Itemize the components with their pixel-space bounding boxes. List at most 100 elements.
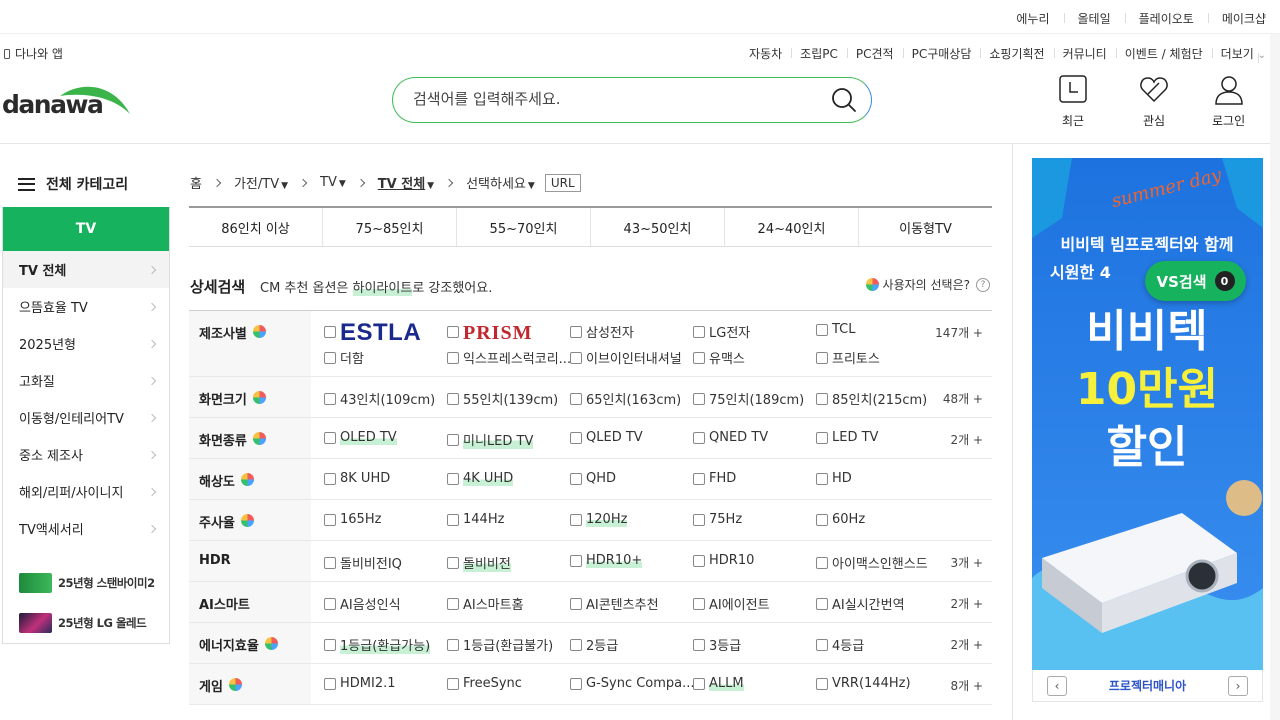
filter-option[interactable]: QNED TV <box>693 430 768 445</box>
promo-standbyme[interactable]: 25년형 스탠바이미2 <box>3 563 169 603</box>
breadcrumb-home[interactable]: 홈 <box>190 173 202 192</box>
checkbox[interactable] <box>816 323 828 336</box>
util-link-playauto[interactable]: 플레이오토 <box>1124 10 1208 27</box>
checkbox[interactable] <box>816 677 828 690</box>
filter-option[interactable]: 55인치(139cm) <box>447 389 558 408</box>
checkbox[interactable] <box>816 392 828 405</box>
option-estla[interactable]: ESTLA <box>324 321 424 343</box>
filter-option[interactable]: AI스마트홈 <box>447 594 524 613</box>
option-tcl[interactable]: TCL <box>816 322 856 337</box>
checkbox[interactable] <box>447 556 459 569</box>
chevron-left-icon[interactable]: ‹ <box>1047 675 1067 696</box>
gnb-pc-estimate[interactable]: PC견적 <box>846 45 903 62</box>
more-count[interactable]: 3개 + <box>950 554 983 571</box>
checkbox[interactable] <box>570 431 582 444</box>
color-wheel-icon[interactable] <box>264 637 278 650</box>
sidebar-item-efficiency[interactable]: 으뜸효율 TV <box>3 288 169 325</box>
filter-option[interactable]: 아이맥스인핸스드 <box>816 553 928 572</box>
search-icon[interactable] <box>831 87 857 113</box>
checkbox[interactable] <box>693 431 705 444</box>
sidebar-item-overseas[interactable]: 해외/리퍼/사이니지 <box>3 473 169 510</box>
filter-option[interactable]: 4등급 <box>816 635 864 654</box>
option-pritos[interactable]: 프리토스 <box>816 348 880 367</box>
banner-footer-label[interactable]: 프로젝터매니아 <box>1109 677 1186 694</box>
checkbox[interactable] <box>570 638 582 651</box>
recent-button[interactable]: 최근 <box>1058 74 1088 129</box>
tab-portable[interactable]: 이동형TV <box>859 208 992 246</box>
filter-option[interactable]: 1등급(환급가능) <box>324 635 431 654</box>
checkbox[interactable] <box>447 392 459 405</box>
url-button[interactable]: URL <box>544 173 581 192</box>
user-choice-link[interactable]: 사용자의 선택은? ? <box>865 276 990 293</box>
color-wheel-icon[interactable] <box>252 432 266 445</box>
checkbox[interactable] <box>693 554 705 567</box>
util-link-enuri[interactable]: 에누리 <box>1002 10 1063 27</box>
gnb-shopping-plan[interactable]: 쇼핑기획전 <box>980 45 1053 62</box>
gnb-pc-consult[interactable]: PC구매상담 <box>902 45 981 62</box>
breadcrumb-select[interactable]: 선택하세요 ▼ <box>466 173 535 192</box>
filter-option[interactable]: FreeSync <box>447 676 522 691</box>
gnb-community[interactable]: 커뮤니티 <box>1053 45 1116 62</box>
checkbox[interactable] <box>816 638 828 651</box>
checkbox[interactable] <box>570 325 582 338</box>
gnb-custom-pc[interactable]: 조립PC <box>791 45 847 62</box>
tab-24-40[interactable]: 24~40인치 <box>725 208 859 246</box>
sidebar-item-high-res[interactable]: 고화질 <box>3 362 169 399</box>
filter-option[interactable]: 75Hz <box>693 512 742 527</box>
app-link[interactable]: 다나와 앱 <box>4 45 63 62</box>
ad-banner[interactable]: summer day 비비텍 빔프로젝터와 함께 시원한 4 비비텍 10만원 … <box>1032 158 1263 670</box>
gnb-event[interactable]: 이벤트 / 체험단 <box>1115 45 1212 62</box>
checkbox[interactable] <box>324 431 336 444</box>
checkbox[interactable] <box>447 638 459 651</box>
interest-button[interactable]: 관심 <box>1139 74 1169 129</box>
more-count[interactable]: 2개 + <box>950 595 983 612</box>
color-wheel-icon[interactable] <box>252 391 266 404</box>
option-ev-inter[interactable]: 이브이인터내셔널 <box>570 348 682 367</box>
filter-option[interactable]: VRR(144Hz) <box>816 676 911 691</box>
checkbox[interactable] <box>570 513 582 526</box>
checkbox[interactable] <box>324 513 336 526</box>
checkbox[interactable] <box>816 597 828 610</box>
filter-option[interactable]: LED TV <box>816 430 878 445</box>
filter-option[interactable]: OLED TV <box>324 430 397 445</box>
checkbox[interactable] <box>693 392 705 405</box>
filter-option[interactable]: AI콘텐츠추천 <box>570 594 659 613</box>
gnb-car[interactable]: 자동차 <box>740 45 791 62</box>
more-count[interactable]: 8개 + <box>950 677 983 694</box>
more-count[interactable]: 2개 + <box>950 636 983 653</box>
checkbox[interactable] <box>324 597 336 610</box>
filter-option[interactable]: AI실시간번역 <box>816 594 905 613</box>
tab-75-85[interactable]: 75~85인치 <box>323 208 457 246</box>
filter-option[interactable]: 165Hz <box>324 512 381 527</box>
checkbox[interactable] <box>570 597 582 610</box>
checkbox[interactable] <box>693 351 705 364</box>
filter-option[interactable]: HD <box>816 471 852 486</box>
filter-option[interactable]: 미니LED TV <box>447 430 534 449</box>
category-head[interactable]: TV <box>3 207 169 251</box>
filter-option[interactable]: 43인치(109cm) <box>324 389 435 408</box>
sidebar-item-tv-all[interactable]: TV 전체 <box>3 251 169 288</box>
checkbox[interactable] <box>324 677 336 690</box>
filter-option[interactable]: QLED TV <box>570 430 643 445</box>
checkbox[interactable] <box>570 554 582 567</box>
filter-option[interactable]: 돌비비전IQ <box>324 553 402 572</box>
util-link-alltail[interactable]: 올테일 <box>1063 10 1125 27</box>
filter-option[interactable]: 돌비비전 <box>447 553 511 572</box>
filter-option[interactable]: QHD <box>570 471 616 486</box>
breadcrumb-appliance[interactable]: 가전/TV ▼ <box>234 173 288 192</box>
checkbox[interactable] <box>570 351 582 364</box>
help-icon[interactable]: ? <box>976 277 990 292</box>
promo-lg-oled[interactable]: 25년형 LG 올레드 <box>3 603 169 643</box>
checkbox[interactable] <box>447 326 459 338</box>
checkbox[interactable] <box>693 597 705 610</box>
util-link-makeshop[interactable]: 메이크샵 <box>1207 10 1266 27</box>
checkbox[interactable] <box>693 325 705 338</box>
sidebar-item-portable[interactable]: 이동형/인테리어TV <box>3 399 169 436</box>
checkbox[interactable] <box>570 472 582 485</box>
filter-option[interactable]: HDR10+ <box>570 553 643 568</box>
checkbox[interactable] <box>816 472 828 485</box>
option-express[interactable]: 익스프레스럭코리... <box>447 348 571 367</box>
filter-option[interactable]: AI에이전트 <box>693 594 770 613</box>
filter-option[interactable]: 65인치(163cm) <box>570 389 681 408</box>
more-count[interactable]: 48개 + <box>943 390 983 407</box>
